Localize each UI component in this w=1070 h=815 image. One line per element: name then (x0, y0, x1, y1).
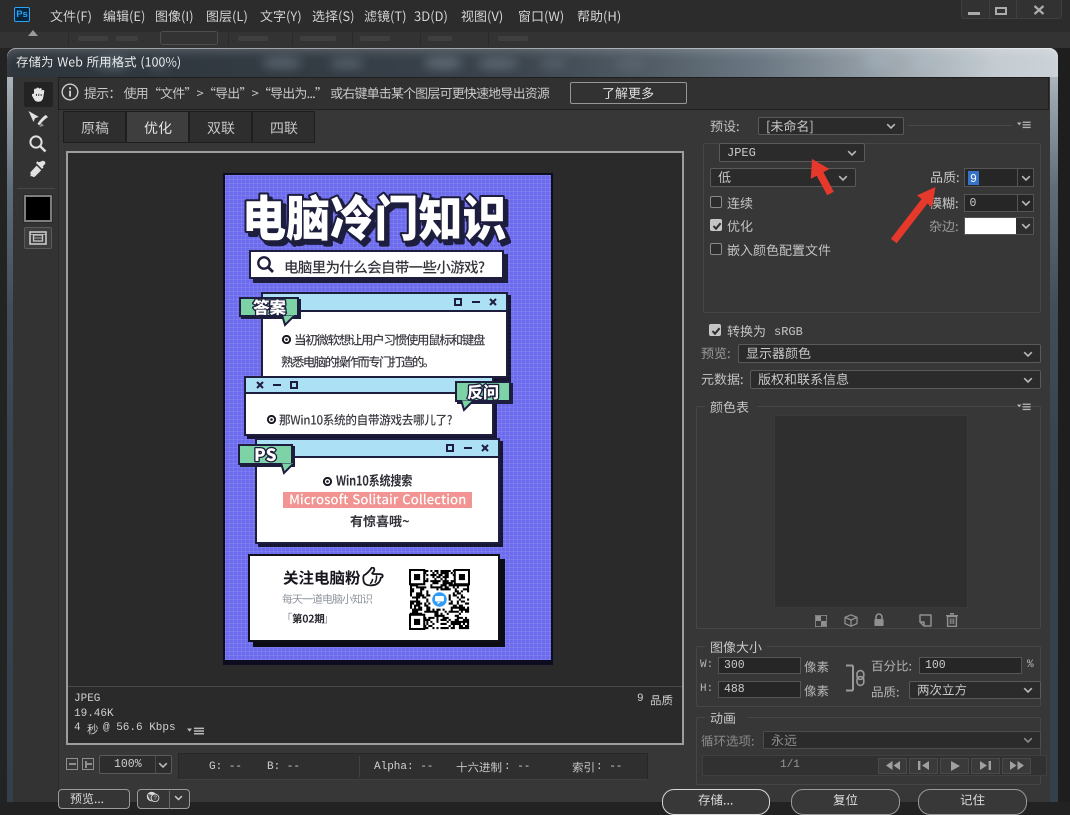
svg-text:?: ? (153, 795, 157, 802)
